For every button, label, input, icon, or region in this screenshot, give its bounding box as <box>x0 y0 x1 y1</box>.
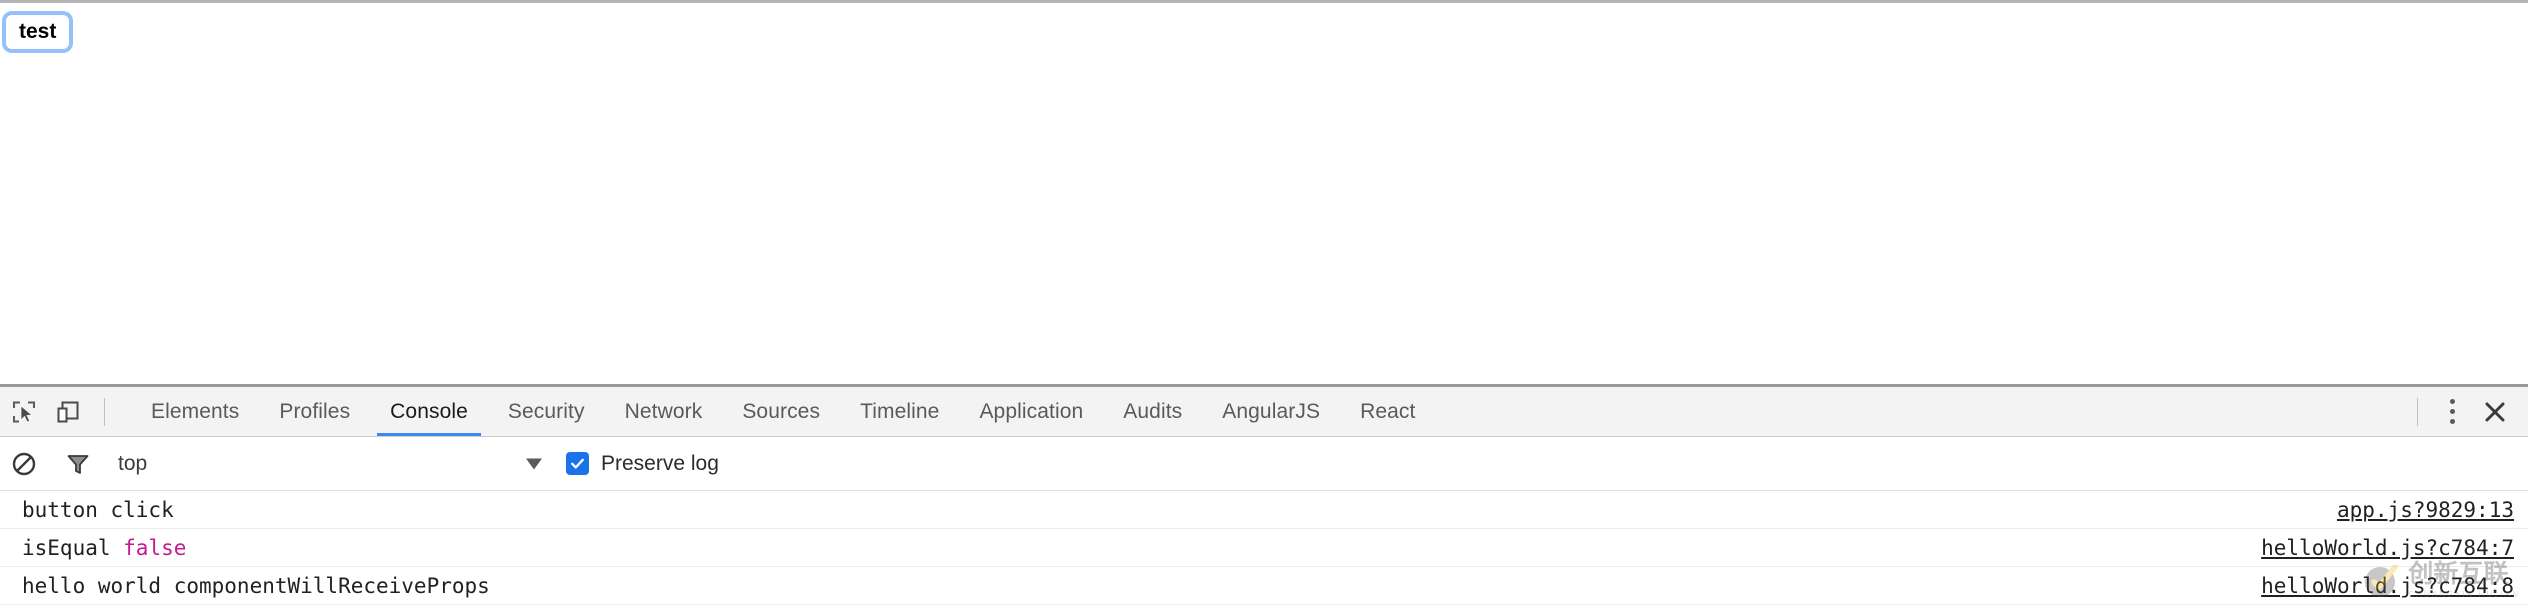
tab-timeline[interactable]: Timeline <box>840 387 959 436</box>
console-source-link[interactable]: helloWorld.js?c784:8 <box>2261 574 2514 598</box>
toolbar-divider-right <box>2417 397 2418 426</box>
tab-profiles[interactable]: Profiles <box>259 387 370 436</box>
kebab-menu-icon <box>2449 399 2455 404</box>
tab-elements[interactable]: Elements <box>131 387 259 436</box>
tab-label: React <box>1360 399 1416 423</box>
close-icon <box>2485 402 2505 421</box>
tab-console[interactable]: Console <box>370 387 488 436</box>
chevron-down-icon <box>526 458 542 469</box>
console-message-label: button click <box>22 497 174 522</box>
tab-security[interactable]: Security <box>488 387 605 436</box>
tab-label: Network <box>624 399 703 423</box>
console-source-link[interactable]: app.js?9829:13 <box>2337 498 2514 522</box>
page-viewport: test <box>0 0 2528 384</box>
toolbar-divider <box>104 397 105 426</box>
console-message-row[interactable]: hello world componentWillReceiveProps he… <box>0 567 2528 605</box>
kebab-menu-button[interactable] <box>2432 392 2472 432</box>
clear-console-icon <box>12 452 36 475</box>
console-message-row[interactable]: button click app.js?9829:13 <box>0 491 2528 529</box>
preserve-log-control[interactable]: Preserve log <box>566 452 719 476</box>
console-message-text: button click <box>22 498 174 522</box>
inspect-element-icon <box>13 401 35 423</box>
tab-label: Console <box>390 399 468 423</box>
console-message-row[interactable]: isEqual false helloWorld.js?c784:7 <box>0 529 2528 567</box>
tab-label: Sources <box>742 399 821 423</box>
tab-angularjs[interactable]: AngularJS <box>1202 387 1340 436</box>
tab-audits[interactable]: Audits <box>1103 387 1202 436</box>
tab-label: Elements <box>151 399 240 423</box>
preserve-log-label: Preserve log <box>601 451 719 475</box>
tab-label: Security <box>507 399 585 423</box>
tab-application[interactable]: Application <box>959 387 1103 436</box>
console-source-link[interactable]: helloWorld.js?c784:7 <box>2261 536 2514 560</box>
checkmark-icon <box>571 458 584 469</box>
kebab-menu-icon <box>2449 419 2455 424</box>
device-toolbar-icon <box>57 401 79 422</box>
console-message-value: false <box>123 535 187 560</box>
tab-label: Profiles <box>279 399 351 423</box>
tab-sources[interactable]: Sources <box>722 387 840 436</box>
console-message-list: button click app.js?9829:13 isEqual fals… <box>0 491 2528 605</box>
clear-console-button[interactable] <box>4 444 44 484</box>
console-message-label: hello world componentWillReceiveProps <box>22 573 490 598</box>
console-message-label: isEqual <box>22 535 124 560</box>
filter-funnel-icon <box>67 454 89 474</box>
test-button[interactable]: test <box>5 14 71 50</box>
tab-label: AngularJS <box>1222 399 1321 423</box>
console-message-text: isEqual false <box>22 536 186 560</box>
console-message-text: hello world componentWillReceiveProps <box>22 574 490 598</box>
preserve-log-checkbox[interactable] <box>566 452 589 475</box>
tab-label: Timeline <box>860 399 940 423</box>
tab-label: Audits <box>1123 399 1183 423</box>
kebab-menu-icon <box>2449 409 2455 414</box>
tab-network[interactable]: Network <box>605 387 723 436</box>
devtools-toolbar: Elements Profiles Console Security Netwo… <box>0 387 2528 437</box>
inspect-element-button[interactable] <box>2 390 46 434</box>
execution-context-value: top <box>118 451 148 475</box>
devtools-tab-strip: Elements Profiles Console Security Netwo… <box>131 387 2403 436</box>
filter-button[interactable] <box>58 444 98 484</box>
toolbar-right-group <box>2403 390 2518 434</box>
devtools-panel: Elements Profiles Console Security Netwo… <box>0 384 2528 614</box>
device-toolbar-button[interactable] <box>46 390 90 434</box>
console-filter-bar: top Preserve log <box>0 437 2528 491</box>
close-devtools-button[interactable] <box>2472 390 2518 434</box>
tab-react[interactable]: React <box>1340 387 1435 436</box>
tab-label: Application <box>979 399 1084 423</box>
execution-context-selector[interactable]: top <box>118 444 548 484</box>
